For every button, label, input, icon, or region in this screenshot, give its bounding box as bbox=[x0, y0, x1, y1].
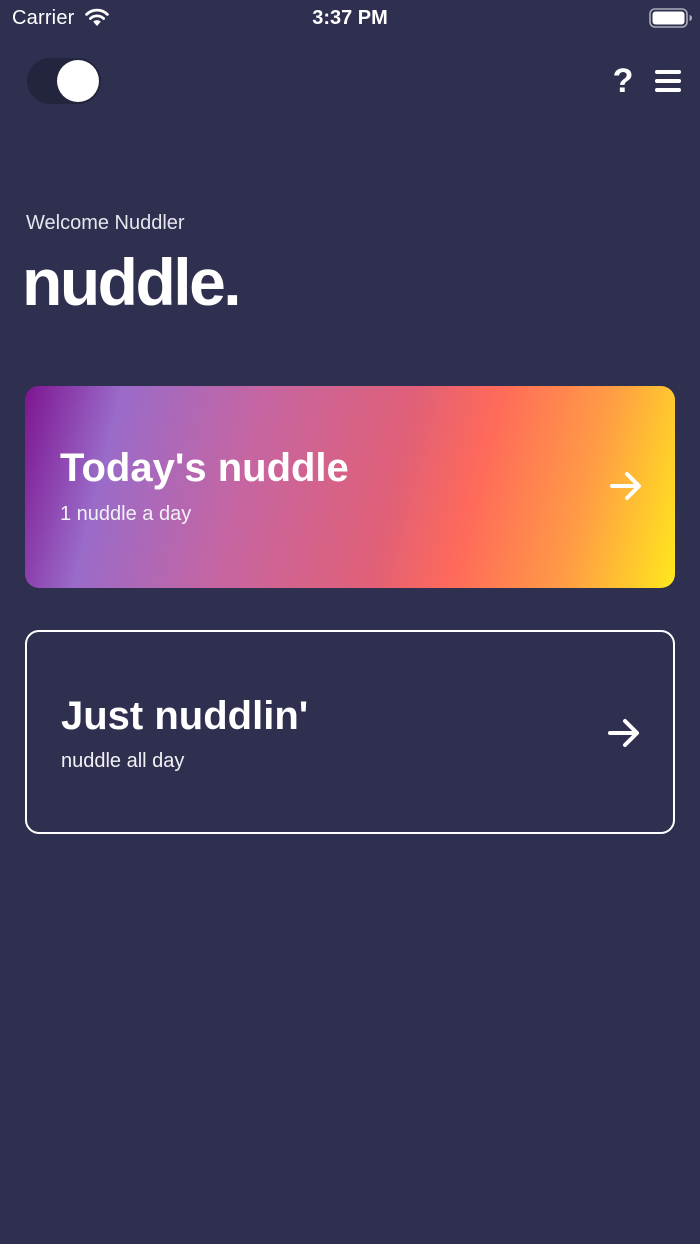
arrow-right-icon bbox=[608, 719, 639, 747]
menu-icon bbox=[655, 70, 681, 74]
status-bar: Carrier 3:37 PM bbox=[0, 0, 700, 36]
help-button[interactable]: ? bbox=[606, 60, 640, 102]
welcome-text: Welcome Nuddler bbox=[26, 212, 185, 234]
app-logo: nuddle. bbox=[22, 245, 242, 319]
theme-toggle[interactable] bbox=[27, 58, 101, 104]
just-nuddlin-card[interactable]: Just nuddlin' nuddle all day bbox=[25, 630, 675, 834]
menu-button[interactable] bbox=[652, 66, 684, 96]
todays-nuddle-card[interactable]: Today's nuddle 1 nuddle a day bbox=[25, 386, 675, 588]
card-subtitle: nuddle all day bbox=[61, 750, 185, 772]
card-title: Just nuddlin' bbox=[61, 694, 309, 738]
card-title: Today's nuddle bbox=[60, 446, 349, 490]
battery-icon bbox=[649, 8, 692, 28]
arrow-right-icon bbox=[610, 472, 641, 500]
card-subtitle: 1 nuddle a day bbox=[60, 503, 192, 525]
toggle-knob bbox=[57, 60, 99, 102]
clock: 3:37 PM bbox=[312, 7, 388, 29]
